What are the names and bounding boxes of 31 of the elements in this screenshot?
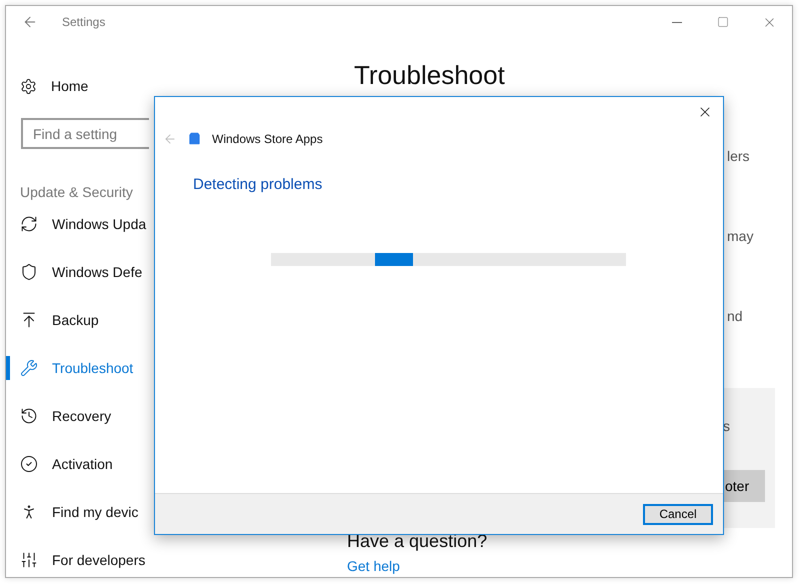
run-button[interactable]: oter: [723, 470, 765, 502]
status-text: Detecting problems: [193, 176, 324, 193]
sidebar-item[interactable]: Troubleshoot: [6, 344, 149, 392]
cancel-button[interactable]: Cancel: [643, 504, 713, 524]
sidebar-item[interactable]: For developers: [6, 536, 149, 577]
description-text: may: [726, 228, 754, 246]
gear-icon: [20, 78, 37, 94]
sidebar-item[interactable]: Activation: [6, 440, 149, 488]
description-text: lers: [726, 148, 751, 166]
search-field[interactable]: Find a setting: [21, 118, 149, 149]
check-circle-icon: [20, 455, 38, 473]
section-heading: Update & Security: [19, 184, 134, 200]
home-nav-item[interactable]: Home: [6, 62, 149, 110]
shield-icon: [20, 263, 38, 281]
sidebar-item[interactable]: Backup: [6, 296, 149, 344]
sidebar-item[interactable]: Recovery: [6, 392, 149, 440]
question-heading: Have a question?: [347, 531, 488, 552]
description-text: nd: [726, 308, 744, 326]
wrench-icon: [20, 359, 38, 377]
panel-text: s: [723, 418, 731, 434]
dialog-title: Windows Store Apps: [212, 132, 323, 146]
help-link[interactable]: Get help: [347, 558, 488, 574]
window-title: Settings: [62, 15, 106, 29]
maximize-icon: [717, 16, 729, 28]
sidebar-item[interactable]: Windows Defe: [6, 248, 149, 296]
sidebar-item[interactable]: Find my devic: [6, 488, 149, 536]
history-icon: [20, 407, 38, 425]
sliders-icon: [20, 551, 38, 569]
refresh-icon: [20, 215, 38, 233]
sidebar-item[interactable]: Windows Upda: [6, 200, 149, 248]
page-title: Troubleshoot: [354, 60, 506, 91]
